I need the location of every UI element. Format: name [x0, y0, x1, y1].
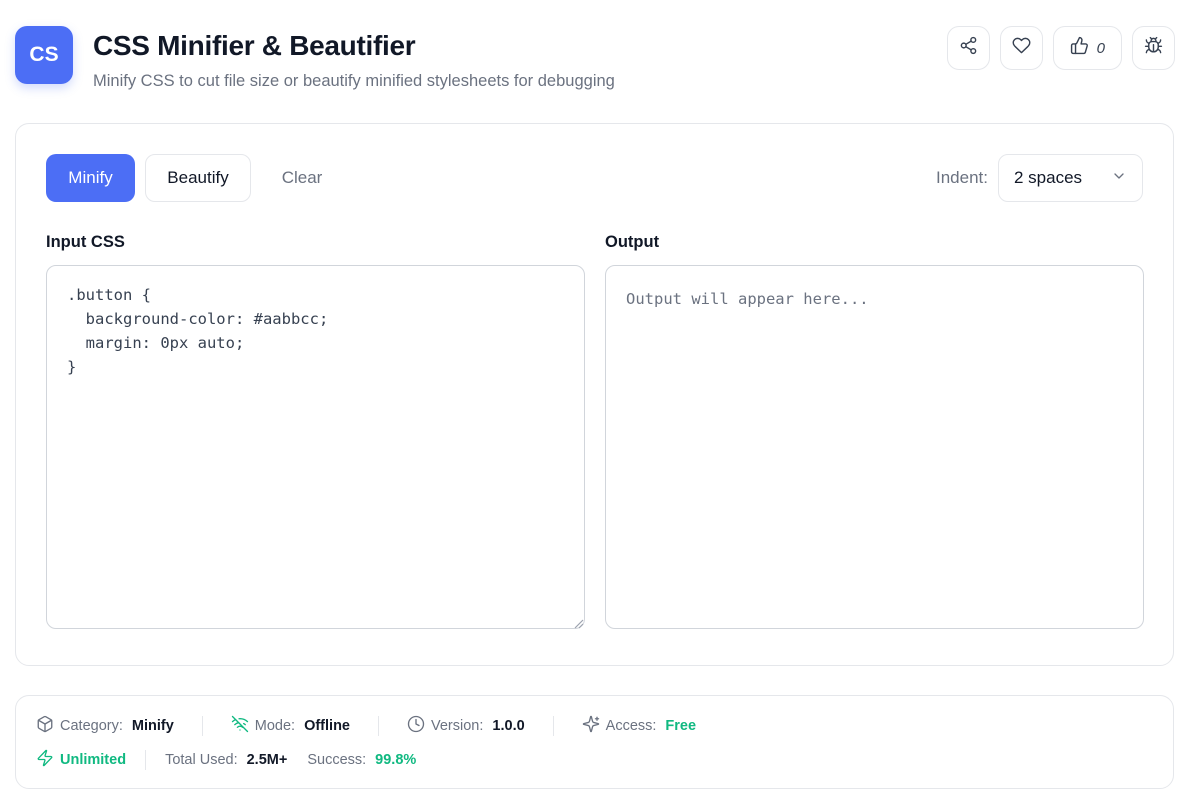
- divider: [552, 716, 554, 736]
- unlimited-label: Unlimited: [60, 752, 127, 768]
- stats-row-secondary: Unlimited Total Used: 2.5M+ Success: 99.…: [36, 749, 416, 771]
- beautify-button[interactable]: Beautify: [145, 154, 251, 202]
- indent-label: Indent:: [936, 168, 988, 187]
- divider: [145, 750, 147, 770]
- total-used-label: Total Used:: [165, 752, 238, 768]
- stat-mode: Mode: Offline: [231, 715, 350, 737]
- resize-grip-icon[interactable]: [572, 616, 584, 629]
- version-value: 1.0.0: [492, 718, 525, 734]
- wifi-off-icon: [231, 715, 249, 737]
- header-actions: 0: [946, 26, 1175, 70]
- minify-button[interactable]: Minify: [46, 154, 135, 202]
- category-value: Minify: [131, 718, 174, 734]
- clock-icon: [407, 715, 425, 737]
- chevron-down-icon: [1111, 168, 1127, 189]
- lightning-icon: [36, 749, 54, 771]
- stat-unlimited: Unlimited: [36, 749, 126, 771]
- app-logo: CS: [15, 26, 73, 84]
- success-value: 99.8%: [375, 752, 417, 768]
- tool-card: Minify Beautify Clear Indent: 2 spaces I…: [15, 123, 1174, 666]
- stat-category: Category: Minify: [36, 715, 174, 737]
- css-input-textarea[interactable]: .button { background-color: #aabbcc; mar…: [46, 265, 585, 629]
- output-label: Output: [605, 233, 660, 251]
- indent-select[interactable]: 2 spaces: [998, 154, 1143, 202]
- divider: [201, 716, 203, 736]
- mode-label: Mode:: [254, 718, 296, 734]
- mode-value: Offline: [304, 718, 350, 734]
- thumbs-up-icon: [1070, 36, 1089, 60]
- toolbar: Minify Beautify Clear Indent: 2 spaces: [46, 154, 1143, 202]
- report-bug-button[interactable]: [1132, 26, 1175, 70]
- indent-select-value: 2 spaces: [1014, 168, 1083, 187]
- box-icon: [36, 715, 54, 737]
- stat-total-used: Total Used: 2.5M+: [165, 752, 287, 768]
- favorite-button[interactable]: [999, 26, 1043, 70]
- page-subtitle: Minify CSS to cut file size or beautify …: [93, 72, 615, 90]
- like-count: 0: [1096, 39, 1105, 57]
- like-button[interactable]: 0: [1052, 26, 1122, 70]
- stat-success: Success: 99.8%: [307, 752, 416, 768]
- access-label: Access:: [605, 718, 657, 734]
- input-css-label: Input CSS: [46, 233, 125, 251]
- total-used-value: 2.5M+: [246, 752, 288, 768]
- success-label: Success:: [307, 752, 367, 768]
- access-value: Free: [665, 718, 697, 734]
- version-label: Version:: [431, 718, 484, 734]
- share-icon: [959, 36, 978, 60]
- heart-icon: [1012, 36, 1031, 60]
- share-button[interactable]: [946, 26, 990, 70]
- bug-icon: [1144, 36, 1163, 60]
- header: CS CSS Minifier & Beautifier Minify CSS …: [15, 26, 1175, 96]
- tool-stats: Category: Minify Mode: Offline Version: …: [15, 695, 1174, 789]
- sparkles-icon: [582, 715, 600, 737]
- css-output-textarea[interactable]: Output will appear here...: [605, 265, 1144, 629]
- clear-button[interactable]: Clear: [261, 154, 343, 202]
- stats-row-primary: Category: Minify Mode: Offline Version: …: [36, 715, 696, 737]
- page-title: CSS Minifier & Beautifier: [93, 30, 416, 61]
- stat-version: Version: 1.0.0: [407, 715, 525, 737]
- stat-access: Access: Free: [582, 715, 696, 737]
- divider: [378, 716, 379, 736]
- category-label: Category:: [60, 718, 123, 734]
